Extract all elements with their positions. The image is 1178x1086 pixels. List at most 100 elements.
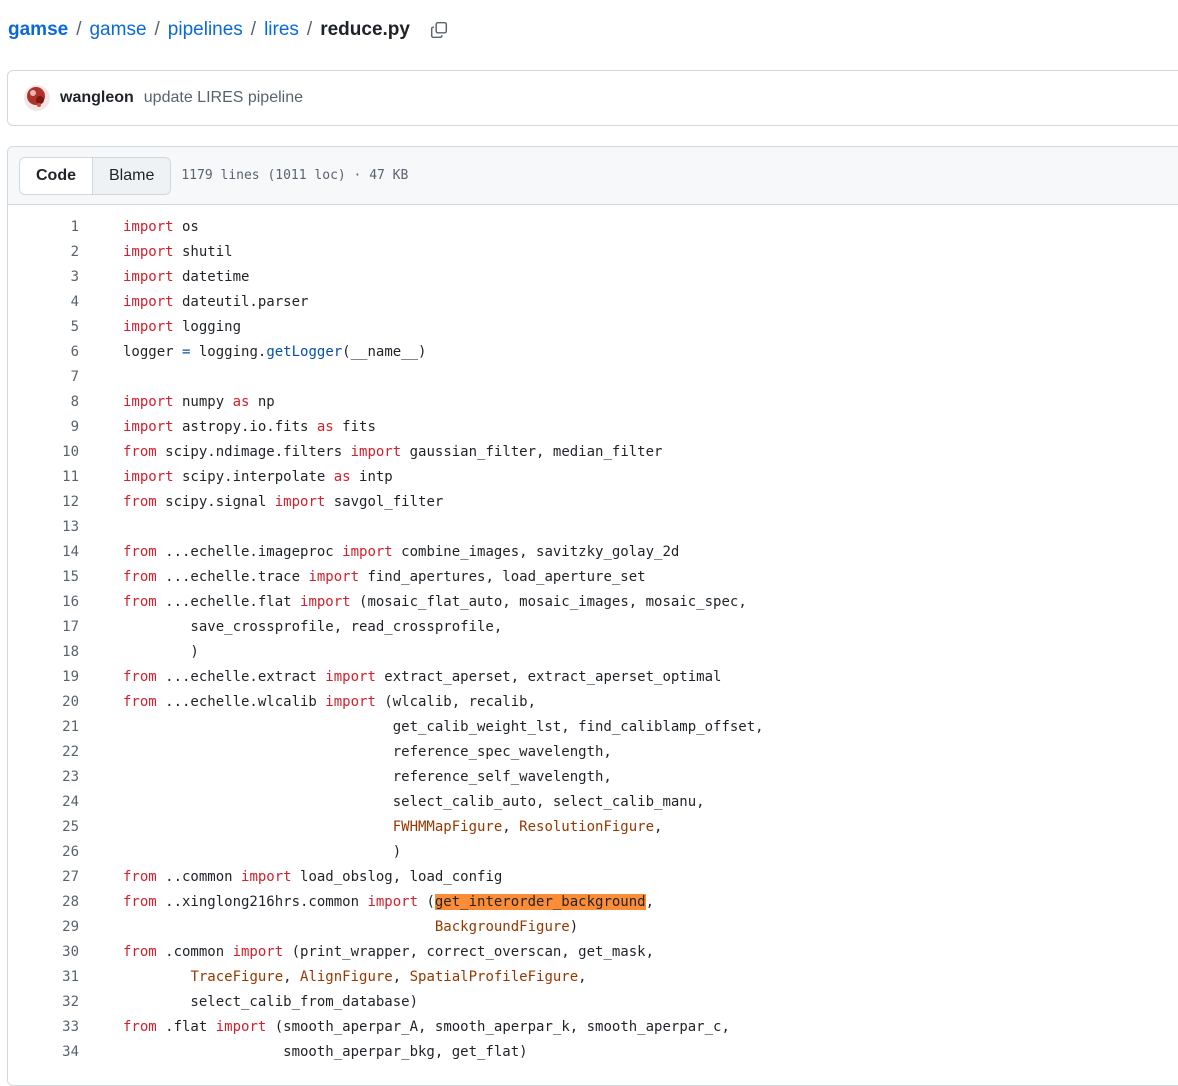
code-token: , bbox=[645, 893, 655, 910]
code-token: import bbox=[241, 868, 292, 885]
code-text: from scipy.signal import savgol_filter bbox=[123, 494, 443, 510]
code-token: np bbox=[249, 393, 275, 410]
line-number[interactable]: 3 bbox=[8, 269, 79, 285]
code-line: 28 from ..xinglong216hrs.common import (g… bbox=[8, 889, 1178, 914]
line-number[interactable]: 28 bbox=[8, 894, 79, 910]
line-number[interactable]: 29 bbox=[8, 919, 79, 935]
code-token: from bbox=[123, 593, 157, 610]
line-number[interactable]: 21 bbox=[8, 719, 79, 735]
code-line: 31 TraceFigure, AlignFigure, SpatialProf… bbox=[8, 964, 1178, 989]
breadcrumb-link-repo[interactable]: gamse bbox=[89, 18, 146, 42]
code-text: import os bbox=[123, 219, 199, 235]
code-token: ) bbox=[123, 843, 402, 860]
code-line: 32 select_calib_from_database) bbox=[8, 989, 1178, 1014]
code-token: scipy.ndimage.filters bbox=[156, 443, 351, 460]
code-token: from bbox=[123, 1018, 157, 1035]
code-token: astropy.io.fits bbox=[173, 418, 317, 435]
code-token: getLogger bbox=[266, 343, 343, 360]
breadcrumb-link-lires[interactable]: lires bbox=[264, 18, 299, 42]
line-number[interactable]: 5 bbox=[8, 319, 79, 335]
file-name: reduce.py bbox=[320, 19, 410, 40]
line-number[interactable]: 18 bbox=[8, 644, 79, 660]
code-token: dateutil.parser bbox=[173, 293, 309, 310]
line-number[interactable]: 19 bbox=[8, 669, 79, 685]
code-text: from scipy.ndimage.filters import gaussi… bbox=[123, 444, 662, 460]
line-number[interactable]: 31 bbox=[8, 969, 79, 985]
code-text: save_crossprofile, read_crossprofile, bbox=[123, 619, 502, 635]
commit-author[interactable]: wangleon bbox=[60, 89, 134, 107]
line-number[interactable]: 23 bbox=[8, 769, 79, 785]
line-number[interactable]: 7 bbox=[8, 369, 79, 385]
code-line: 15 from ...echelle.trace import find_aper… bbox=[8, 564, 1178, 589]
line-number[interactable]: 10 bbox=[8, 444, 79, 460]
line-number[interactable]: 2 bbox=[8, 244, 79, 260]
line-number[interactable]: 6 bbox=[8, 344, 79, 360]
code-text: from ...echelle.imageproc import combine… bbox=[123, 544, 679, 560]
code-token: , bbox=[654, 818, 663, 835]
code-text: import numpy as np bbox=[123, 394, 275, 410]
code-token: import bbox=[215, 1018, 267, 1035]
code-token: scipy.signal bbox=[156, 493, 275, 510]
code-token: numpy bbox=[173, 393, 233, 410]
code-text: TraceFigure, AlignFigure, SpatialProfile… bbox=[123, 969, 586, 985]
code-line: 12 from scipy.signal import savgol_filter bbox=[8, 489, 1178, 514]
line-number[interactable]: 13 bbox=[8, 519, 79, 535]
code-token: FWHMMapFigure bbox=[392, 818, 503, 835]
code-token: os bbox=[173, 218, 199, 235]
code-text: from ..xinglong216hrs.common import (get… bbox=[123, 893, 655, 910]
breadcrumb-link-pipelines[interactable]: pipelines bbox=[168, 18, 243, 42]
line-number[interactable]: 30 bbox=[8, 944, 79, 960]
line-number[interactable]: 1 bbox=[8, 219, 79, 235]
file-viewer: Code Blame 1179 lines (1011 loc) · 47 KB… bbox=[7, 146, 1178, 1086]
line-number[interactable]: 12 bbox=[8, 494, 79, 510]
line-number[interactable]: 16 bbox=[8, 594, 79, 610]
code-line: 10 from scipy.ndimage.filters import gaus… bbox=[8, 439, 1178, 464]
line-number[interactable]: 20 bbox=[8, 694, 79, 710]
code-text: from ...echelle.trace import find_apertu… bbox=[123, 569, 646, 585]
line-number[interactable]: 11 bbox=[8, 469, 79, 485]
code-text: import shutil bbox=[123, 244, 233, 260]
code-text: import scipy.interpolate as intp bbox=[123, 469, 393, 485]
line-number[interactable]: 34 bbox=[8, 1044, 79, 1060]
line-number[interactable]: 14 bbox=[8, 544, 79, 560]
code-token: import bbox=[367, 893, 419, 910]
code-line: 25 FWHMMapFigure, ResolutionFigure, bbox=[8, 814, 1178, 839]
code-line: 19 from ...echelle.extract import extract… bbox=[8, 664, 1178, 689]
code-text: select_calib_auto, select_calib_manu, bbox=[123, 794, 705, 810]
line-number[interactable]: 27 bbox=[8, 869, 79, 885]
code-token: (__name__) bbox=[342, 343, 427, 360]
tab-blame[interactable]: Blame bbox=[93, 158, 170, 194]
breadcrumb-separator: / bbox=[306, 19, 313, 40]
line-number[interactable]: 26 bbox=[8, 844, 79, 860]
code-line: 11 import scipy.interpolate as intp bbox=[8, 464, 1178, 489]
code-line: 1 import os bbox=[8, 214, 1178, 239]
code-token: import bbox=[325, 668, 376, 685]
line-number[interactable]: 25 bbox=[8, 819, 79, 835]
line-number[interactable]: 33 bbox=[8, 1019, 79, 1035]
line-number[interactable]: 15 bbox=[8, 569, 79, 585]
code-line: 23 reference_self_wavelength, bbox=[8, 764, 1178, 789]
line-number[interactable]: 9 bbox=[8, 419, 79, 435]
code-token: select_calib_from_database) bbox=[123, 993, 419, 1010]
copy-path-icon[interactable] bbox=[428, 19, 450, 41]
line-number[interactable]: 17 bbox=[8, 619, 79, 635]
code-text: BackgroundFigure) bbox=[123, 919, 578, 935]
line-number[interactable]: 22 bbox=[8, 744, 79, 760]
avatar[interactable] bbox=[24, 85, 50, 111]
code-line: 29 BackgroundFigure) bbox=[8, 914, 1178, 939]
breadcrumb-link-owner[interactable]: gamse bbox=[8, 18, 68, 42]
line-number[interactable]: 8 bbox=[8, 394, 79, 410]
commit-message[interactable]: update LIRES pipeline bbox=[144, 89, 303, 107]
code-token: ...echelle.flat bbox=[156, 593, 301, 610]
code-token: save_crossprofile, read_crossprofile, bbox=[123, 618, 503, 635]
code-token: from bbox=[123, 943, 157, 960]
code-text: FWHMMapFigure, ResolutionFigure, bbox=[123, 818, 663, 835]
code-token: (wlcalib, recalib, bbox=[375, 693, 537, 710]
line-number[interactable]: 24 bbox=[8, 794, 79, 810]
code-token: get_interorder_background bbox=[434, 893, 646, 910]
line-number[interactable]: 32 bbox=[8, 994, 79, 1010]
line-number[interactable]: 4 bbox=[8, 294, 79, 310]
tab-code[interactable]: Code bbox=[20, 157, 93, 194]
